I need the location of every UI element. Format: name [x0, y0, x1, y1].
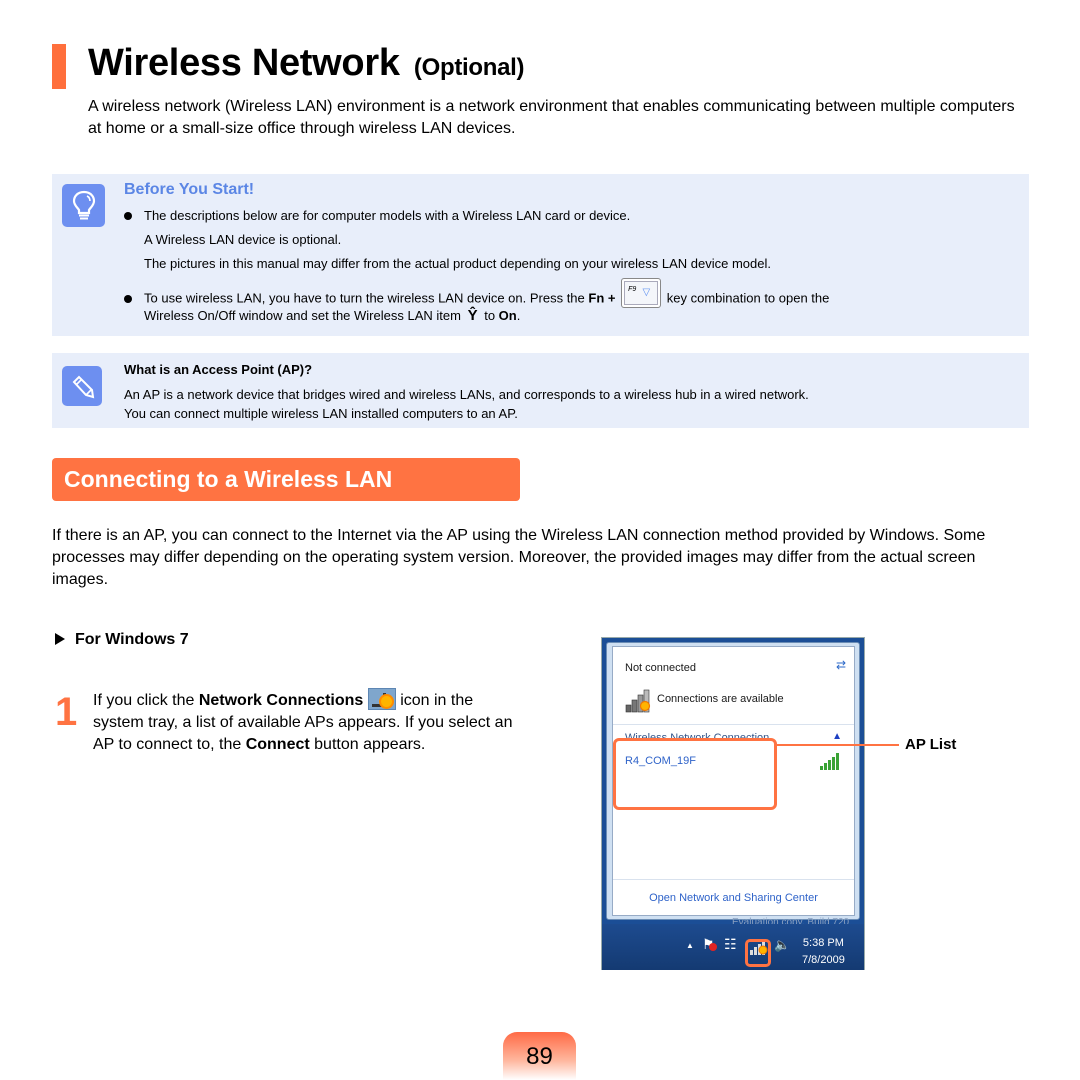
tip-bullet-1: The descriptions below are for computer … — [124, 208, 630, 224]
memo-line-2: You can connect multiple wireless LAN in… — [124, 406, 518, 421]
title-accent-bar — [52, 44, 66, 89]
plus-sign: + — [607, 290, 616, 306]
text-fragment: If you click the — [93, 692, 195, 709]
page-number: 89 — [503, 1032, 576, 1080]
taskbar-clock[interactable]: 5:38 PM 7/8/2009 — [802, 935, 845, 969]
text-fragment: key combination to open the — [666, 290, 830, 306]
ap-list-callout: AP List — [905, 736, 957, 753]
text-fragment: button appears. — [314, 736, 426, 753]
connections-available-text: Connections are available — [657, 693, 784, 705]
text-fragment: Wireless On/Off window and set the Wirel… — [144, 308, 461, 323]
memo-text: An AP is a network device that bridges w… — [124, 385, 1024, 423]
section-heading-text: Connecting to a Wireless LAN — [64, 466, 393, 492]
connect-label: Connect — [245, 736, 310, 753]
page-title-text: Wireless Network — [88, 42, 400, 84]
wireless-antenna-icon: Ŷ — [467, 307, 478, 324]
memo-heading: What is an Access Point (AP)? — [124, 362, 313, 377]
tip-bullet-1-text: The descriptions below are for computer … — [144, 208, 631, 223]
callout-line — [777, 744, 899, 746]
tip-bullet-2: To use wireless LAN, you have to turn th… — [124, 278, 1004, 324]
network-sharing-center-link[interactable]: Open Network and Sharing Center — [613, 892, 854, 904]
tray-icon-highlight — [745, 939, 771, 967]
step-number: 1 — [55, 690, 78, 734]
volume-icon[interactable]: 🔈 — [774, 937, 790, 953]
pencil-icon — [62, 366, 102, 406]
bullet-dot — [124, 212, 132, 220]
text-fragment: To use wireless LAN, you have to turn th… — [144, 290, 585, 306]
text-fragment: to — [484, 308, 496, 323]
text-fragment: . — [516, 308, 521, 323]
action-center-flag-icon[interactable]: ⚑ — [702, 936, 717, 953]
page-title-suffix: (Optional) — [413, 54, 525, 81]
os-heading: For Windows 7 — [55, 631, 189, 649]
memo-line-1: An AP is a network device that bridges w… — [124, 387, 809, 402]
os-heading-text: For Windows 7 — [75, 631, 189, 648]
step-text: If you click the Network Connections ico… — [93, 688, 523, 756]
before-you-start-box: Before You Start! The descriptions below… — [52, 174, 1029, 336]
tip-bullet-2-text: To use wireless LAN, you have to turn th… — [144, 278, 1004, 324]
refresh-icon[interactable]: ⇄ — [836, 658, 846, 672]
ap-list-highlight — [613, 738, 777, 810]
signal-strength-icon — [820, 753, 839, 770]
tip-heading: Before You Start! — [124, 181, 255, 198]
divider — [613, 724, 854, 725]
section-heading: Connecting to a Wireless LAN — [52, 458, 520, 501]
f9-key-label: F9 — [628, 286, 637, 293]
on-label: On — [498, 308, 517, 323]
tip-bullet-1-line-2: A Wireless LAN device is optional. — [144, 232, 342, 247]
page-title: Wireless Network (Optional) — [88, 42, 525, 85]
f9-key-icon: F9 ▽ — [621, 278, 662, 308]
fn-key-label: Fn — [588, 290, 605, 306]
network-connections-label: Network Connections — [198, 692, 364, 709]
access-point-note-box: What is an Access Point (AP)? An AP is a… — [52, 353, 1029, 428]
bullet-dot — [124, 295, 132, 303]
network-connections-icon — [367, 688, 396, 710]
section-paragraph: If there is an AP, you can connect to th… — [52, 527, 986, 588]
clock-time: 5:38 PM — [802, 937, 844, 949]
triangle-bullet-icon — [55, 633, 65, 645]
tip-bullet-1-line-3: The pictures in this manual may differ f… — [144, 256, 771, 271]
connection-status: Not connected — [625, 662, 696, 674]
network-available-icon — [625, 689, 651, 713]
power-plug-icon[interactable]: ☷ — [724, 936, 737, 953]
lightbulb-icon — [62, 184, 105, 227]
collapse-caret-icon[interactable]: ▲ — [832, 731, 842, 742]
antenna-icon: ▽ — [642, 287, 651, 298]
divider — [613, 879, 854, 880]
intro-paragraph: A wireless network (Wireless LAN) enviro… — [88, 98, 1015, 137]
show-hidden-icons-icon[interactable]: ▲ — [686, 941, 694, 950]
clock-date: 7/8/2009 — [802, 954, 845, 966]
